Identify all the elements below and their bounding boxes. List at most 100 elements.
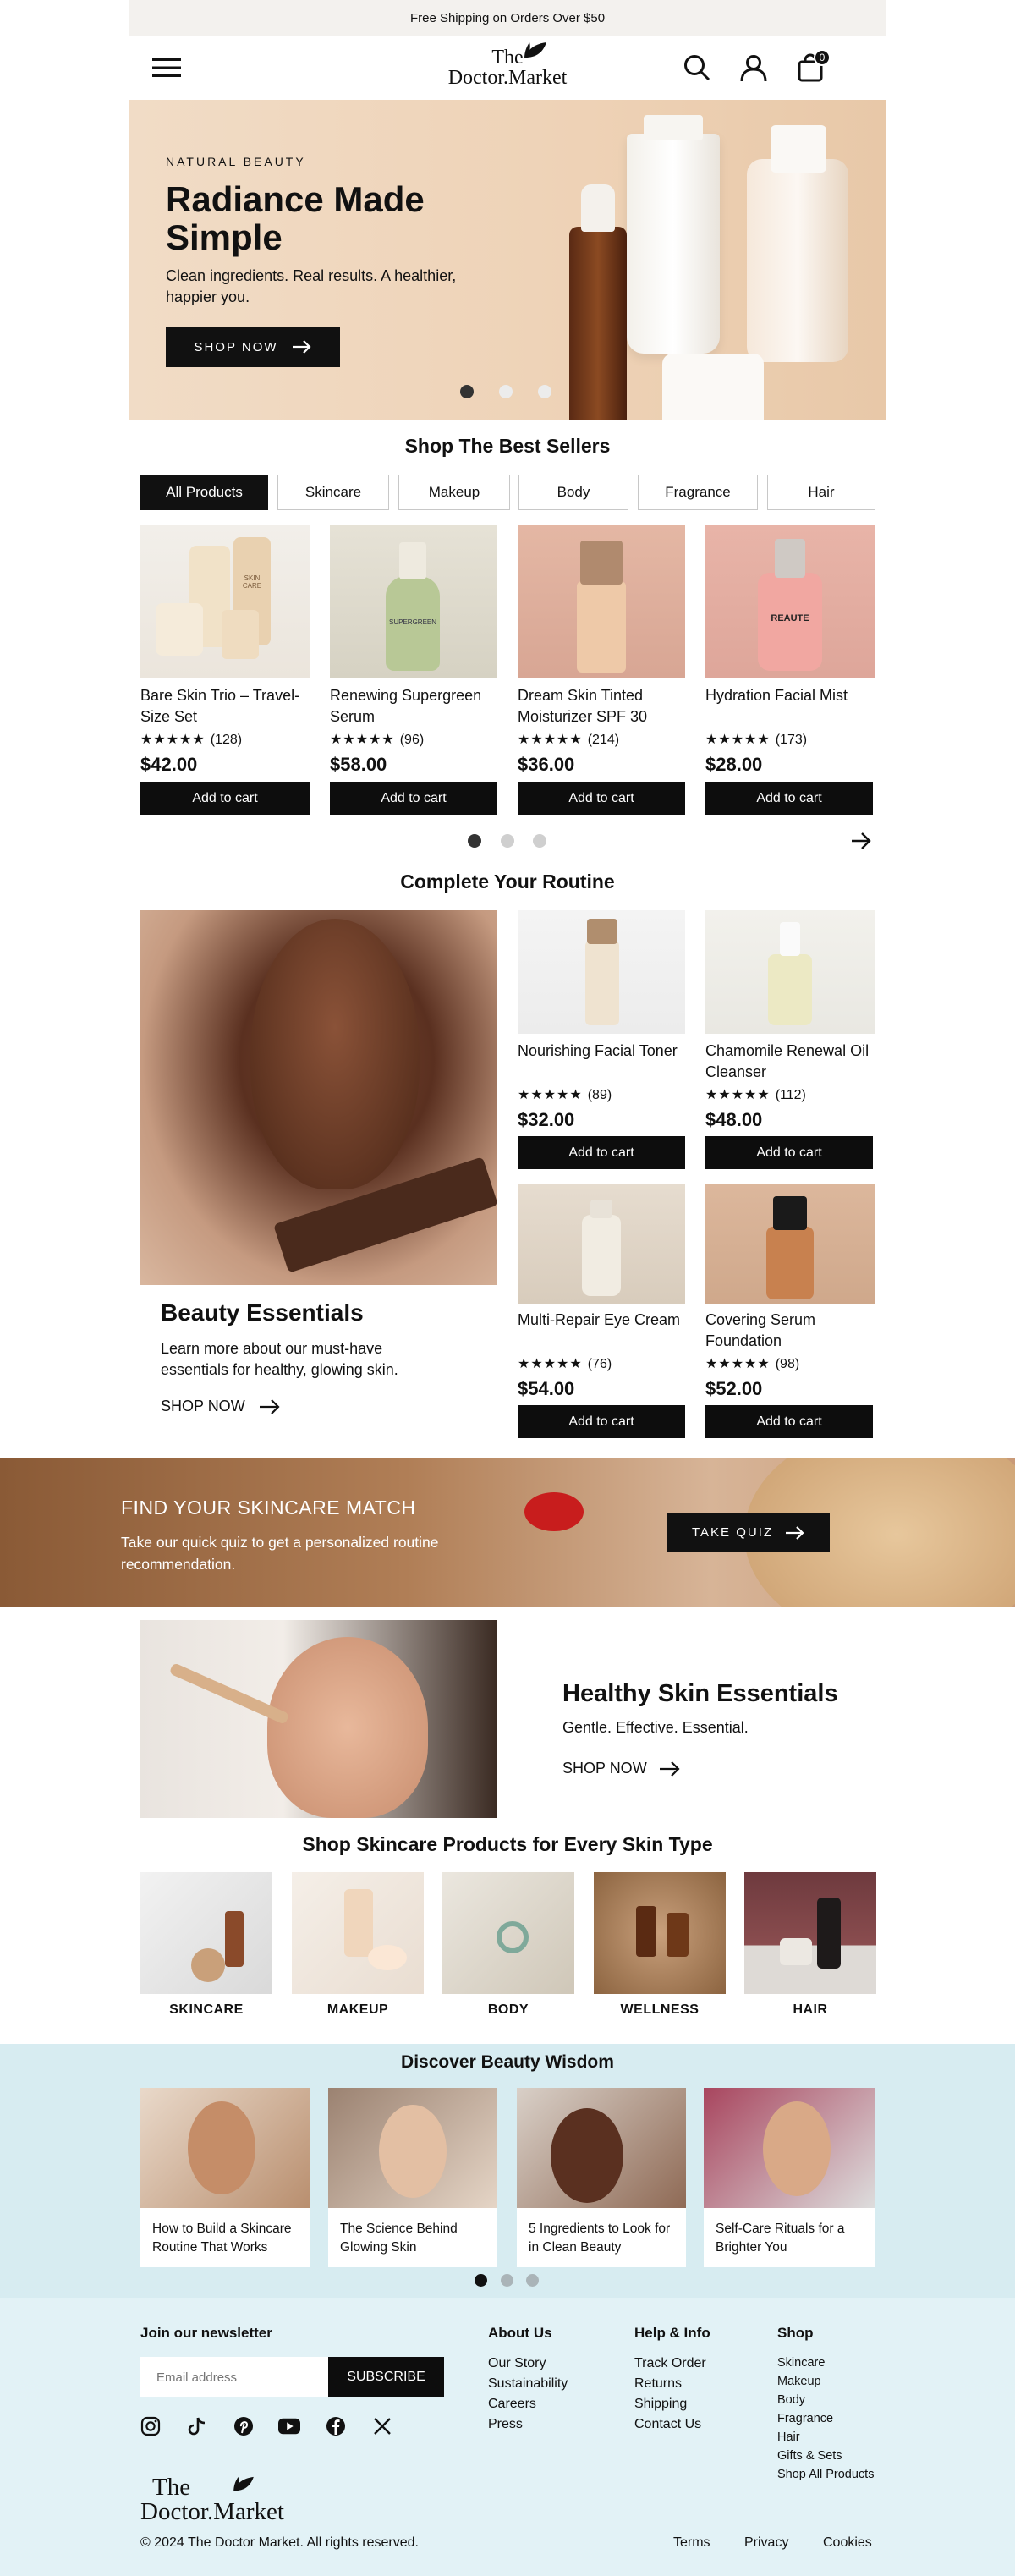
category-label-body[interactable]: BODY <box>442 2002 574 2018</box>
product-image[interactable]: SUPERGREEN <box>330 525 497 678</box>
carousel-dot-2[interactable] <box>501 834 514 848</box>
article-card[interactable]: How to Build a Skincare Routine That Wor… <box>140 2088 310 2267</box>
footer-brand-logo[interactable]: The Doctor.Market <box>140 2475 284 2524</box>
take-quiz-button[interactable]: TAKE QUIZ <box>667 1513 830 1552</box>
x-link[interactable] <box>371 2415 393 2437</box>
hero-dot-2[interactable] <box>499 385 513 398</box>
article-card[interactable]: Self-Care Rituals for a Brighter You <box>704 2088 875 2267</box>
add-to-cart-button[interactable]: Add to cart <box>705 782 873 815</box>
add-to-cart-button[interactable]: Add to cart <box>518 1405 685 1438</box>
category-label-hair[interactable]: HAIR <box>744 2002 876 2018</box>
facebook-link[interactable] <box>325 2415 347 2437</box>
footer-link[interactable]: Our Story <box>488 2354 568 2374</box>
feature-shop-now-link[interactable]: SHOP NOW <box>161 1398 281 1415</box>
healthy-cta-label: SHOP NOW <box>562 1760 647 1777</box>
youtube-link[interactable] <box>278 2415 300 2437</box>
product-image[interactable] <box>705 1184 875 1304</box>
pinterest-link[interactable] <box>233 2415 255 2437</box>
footer-link[interactable]: Shipping <box>634 2394 710 2414</box>
review-count: (76) <box>587 1357 612 1371</box>
wisdom-dot-2[interactable] <box>501 2274 513 2287</box>
subscribe-button[interactable]: SUBSCRIBE <box>328 2357 444 2397</box>
healthy-shop-now-link[interactable]: SHOP NOW <box>562 1760 681 1777</box>
product-price: $48.00 <box>705 1109 763 1130</box>
footer-link[interactable]: Fragrance <box>777 2409 874 2428</box>
product-image[interactable] <box>705 910 875 1034</box>
footer-link[interactable]: Gifts & Sets <box>777 2447 874 2465</box>
footer-link[interactable]: Careers <box>488 2394 568 2414</box>
arrow-right-icon <box>786 1525 804 1540</box>
instagram-link[interactable] <box>140 2415 162 2437</box>
tab-body[interactable]: Body <box>518 475 628 510</box>
product-name[interactable]: Dream Skin Tinted Moisturizer SPF 30 <box>518 685 685 728</box>
product-name[interactable]: Bare Skin Trio – Travel-Size Set <box>140 685 310 728</box>
tab-hair[interactable]: Hair <box>767 475 875 510</box>
product-image[interactable]: REAUTE <box>705 525 875 678</box>
product-name[interactable]: Nourishing Facial Toner <box>518 1041 685 1062</box>
carousel-dot-1[interactable] <box>468 834 481 848</box>
add-to-cart-button[interactable]: Add to cart <box>330 782 497 815</box>
account-button[interactable] <box>737 51 771 85</box>
footer-link[interactable]: Track Order <box>634 2354 710 2374</box>
tab-skincare[interactable]: Skincare <box>277 475 389 510</box>
category-label-skincare[interactable]: SKINCARE <box>140 2002 272 2018</box>
hero-dot-3[interactable] <box>538 385 551 398</box>
category-label-makeup[interactable]: MAKEUP <box>292 2002 424 2018</box>
footer-link[interactable]: Shop All Products <box>777 2465 874 2484</box>
category-hair-image[interactable] <box>744 1872 876 1994</box>
product-image[interactable] <box>518 910 685 1034</box>
footer-col-title: Shop <box>777 2325 814 2341</box>
cart-button[interactable]: 0 <box>794 49 831 85</box>
article-card[interactable]: The Science Behind Glowing Skin <box>328 2088 497 2267</box>
product-image[interactable] <box>518 1184 685 1304</box>
search-button[interactable] <box>680 51 714 85</box>
product-image[interactable]: SKIN CARE <box>140 525 310 678</box>
product-image[interactable] <box>518 525 685 678</box>
add-to-cart-button[interactable]: Add to cart <box>518 1136 685 1169</box>
footer-link[interactable]: Sustainability <box>488 2374 568 2394</box>
add-to-cart-button[interactable]: Add to cart <box>140 782 310 815</box>
add-to-cart-button[interactable]: Add to cart <box>705 1405 873 1438</box>
tiktok-link[interactable] <box>186 2415 208 2437</box>
newsletter-email-input[interactable] <box>140 2357 328 2397</box>
category-makeup-image[interactable] <box>292 1872 424 1994</box>
product-name[interactable]: Chamomile Renewal Oil Cleanser <box>705 1041 875 1083</box>
category-wellness-image[interactable] <box>594 1872 726 1994</box>
cookies-link[interactable]: Cookies <box>823 2535 872 2551</box>
privacy-link[interactable]: Privacy <box>744 2535 788 2551</box>
product-name[interactable]: Covering Serum Foundation <box>705 1310 875 1352</box>
wisdom-dot-1[interactable] <box>475 2274 487 2287</box>
footer-link[interactable]: Contact Us <box>634 2414 710 2435</box>
carousel-next-button[interactable] <box>849 829 873 853</box>
footer-link[interactable]: Body <box>777 2391 874 2409</box>
footer-link[interactable]: Skincare <box>777 2354 874 2372</box>
carousel-dot-3[interactable] <box>533 834 546 848</box>
category-label-wellness[interactable]: WELLNESS <box>594 2002 726 2018</box>
hero-shop-now-button[interactable]: SHOP NOW <box>166 327 340 367</box>
tab-all-products[interactable]: All Products <box>140 475 268 510</box>
footer-link[interactable]: Returns <box>634 2374 710 2394</box>
product-name[interactable]: Renewing Supergreen Serum <box>330 685 497 728</box>
page: Free Shipping on Orders Over $50 The Doc… <box>0 0 1015 2576</box>
terms-link[interactable]: Terms <box>673 2535 710 2551</box>
article-card[interactable]: 5 Ingredients to Look for in Clean Beaut… <box>517 2088 686 2267</box>
hero-dot-1[interactable] <box>460 385 474 398</box>
footer-link[interactable]: Hair <box>777 2428 874 2447</box>
product-name[interactable]: Hydration Facial Mist <box>705 685 875 706</box>
article-image <box>517 2088 686 2208</box>
brand-line2: Doctor.Market <box>447 67 568 89</box>
add-to-cart-button[interactable]: Add to cart <box>705 1136 873 1169</box>
menu-button[interactable] <box>150 51 184 85</box>
tab-makeup[interactable]: Makeup <box>398 475 510 510</box>
wisdom-dot-3[interactable] <box>526 2274 539 2287</box>
category-body-image[interactable] <box>442 1872 574 1994</box>
product-label: SUPERGREEN <box>389 618 437 626</box>
footer-link[interactable]: Press <box>488 2414 568 2435</box>
brand-logo[interactable]: The Doctor.Market <box>447 42 568 89</box>
beauty-essentials-image <box>140 910 497 1285</box>
product-name[interactable]: Multi-Repair Eye Cream <box>518 1310 685 1331</box>
category-skincare-image[interactable] <box>140 1872 272 1994</box>
tab-fragrance[interactable]: Fragrance <box>638 475 758 510</box>
add-to-cart-button[interactable]: Add to cart <box>518 782 685 815</box>
footer-link[interactable]: Makeup <box>777 2372 874 2391</box>
